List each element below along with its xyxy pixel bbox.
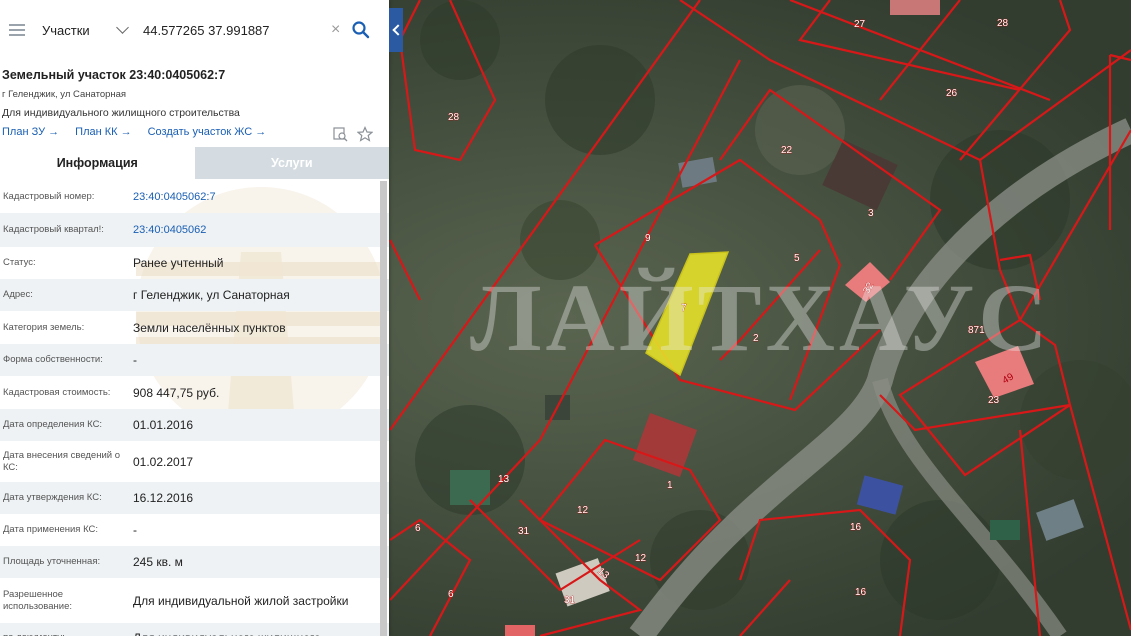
info-row-label: Статус: — [3, 257, 36, 268]
info-row-label: Форма собственности: — [3, 354, 103, 365]
star-icon[interactable] — [356, 126, 374, 142]
info-row-label: Площадь уточненная: — [3, 556, 101, 567]
info-row-value: 908 447,75 руб. — [133, 385, 220, 400]
info-row: Статус: Ранее учтенный — [0, 247, 389, 279]
info-row: Кадастровый номер: 23:40:0405062:7 — [0, 181, 389, 213]
info-row-label: по документу: — [3, 632, 129, 636]
tab-info[interactable]: Информация — [0, 147, 195, 179]
info-row: Разрешенное использование: Для индивидуал… — [0, 578, 389, 623]
info-row-value: Ранее учтенный — [133, 256, 224, 270]
info-row-label: Кадастровая стоимость: — [3, 386, 111, 398]
search-type-select[interactable]: Участки — [42, 23, 104, 38]
plot-label: 26 — [946, 88, 958, 99]
panel-tabs: Информация Услуги — [0, 147, 389, 179]
info-row: Дата утверждения КС: 16.12.2016 — [0, 482, 389, 514]
plot-label: 9 — [645, 233, 651, 244]
plot-label: 22 — [781, 145, 793, 156]
plot-label: 27 — [854, 19, 866, 30]
info-row-label: Разрешенное использование: — [3, 588, 73, 612]
plot-label: 3 — [868, 208, 874, 219]
plot-title: Земельный участок 23:40:0405062:7 — [2, 68, 226, 82]
plot-label: 12 — [635, 553, 647, 564]
plan-kk-link[interactable]: План КК → — [75, 126, 131, 138]
plot-purpose: Для индивидуального жилищного строительс… — [2, 107, 240, 119]
info-row-label: Кадастровый номер: — [3, 191, 95, 202]
clear-icon[interactable]: × — [331, 21, 345, 39]
plot-label: 12 — [577, 505, 589, 516]
plot-label: 28 — [997, 18, 1009, 29]
scrollbar-thumb[interactable] — [380, 181, 387, 636]
info-row-value: 01.01.2016 — [133, 418, 194, 432]
plot-label: 5 — [794, 253, 800, 264]
search-icon[interactable] — [351, 20, 371, 40]
info-row: Дата определения КС: 01.01.2016 — [0, 409, 389, 441]
info-row-label: Дата утверждения КС: — [3, 492, 102, 503]
plot-address: г Геленджик, ул Санаторная — [2, 89, 127, 100]
info-row-label: Категория земель: — [3, 321, 85, 333]
collapse-panel-button[interactable] — [389, 8, 404, 52]
scrollbar[interactable] — [380, 181, 387, 636]
plot-label: 6 — [448, 589, 454, 600]
info-row-value: г Геленджик, ул Санаторная — [133, 288, 290, 302]
info-row-value: - — [133, 523, 137, 537]
info-row-value: 16.12.2016 — [133, 491, 194, 505]
plot-label: 13 — [498, 474, 510, 485]
menu-icon[interactable] — [9, 24, 25, 36]
info-row-label: Дата применения КС: — [3, 524, 99, 535]
info-row-value: - — [133, 353, 137, 367]
info-row: Площадь уточненная: 245 кв. м — [0, 546, 389, 578]
info-row-label: Дата определения КС: — [3, 419, 103, 430]
plot-label: 28 — [448, 112, 460, 123]
plan-zu-link[interactable]: План ЗУ → — [2, 126, 59, 138]
info-row: Дата внесения сведений о КС: 01.02.2017 — [0, 441, 389, 482]
info-row: Кадастровая стоимость: 908 447,75 руб. — [0, 376, 389, 409]
info-row: Адрес: г Геленджик, ул Санаторная — [0, 279, 389, 311]
plot-label: 6 — [415, 523, 421, 534]
info-row-link[interactable]: 23:40:0405062 — [133, 224, 206, 236]
tab-services[interactable]: Услуги — [194, 147, 389, 179]
info-panel: Участки × Земельный участок 23:40:040506… — [0, 0, 389, 636]
plot-label: 31 — [564, 595, 576, 606]
plot-label: 1 — [667, 480, 673, 491]
chevron-down-icon[interactable] — [116, 21, 129, 34]
info-row-label: Адрес: — [3, 289, 33, 300]
report-icon[interactable] — [332, 126, 348, 142]
info-row-value: Для индивидуальной жилой застройки — [133, 593, 349, 608]
create-plot-link[interactable]: Создать участок ЖС → — [148, 126, 267, 138]
info-row: Дата применения КС: - — [0, 514, 389, 546]
plot-links: План ЗУ → План КК → Создать участок ЖС → — [2, 126, 266, 138]
search-bar: Участки × — [0, 8, 380, 52]
info-row: Категория земель: Земли населённых пункто… — [0, 311, 389, 344]
plot-label: 2 — [753, 333, 759, 344]
plot-label: 23 — [988, 395, 1000, 406]
plot-label: 871 — [968, 325, 985, 336]
info-row-value: Земли населённых пунктов — [133, 320, 286, 335]
plot-label: 31 — [518, 526, 530, 537]
plot-label: 7 — [681, 303, 687, 314]
info-row-value: Для индивидуального жилищного — [133, 631, 321, 636]
info-row-value: 245 кв. м — [133, 555, 183, 569]
info-row-value: 01.02.2017 — [133, 454, 194, 469]
info-row: Форма собственности: - — [0, 344, 389, 376]
info-row: Кадастровый квартал!: 23:40:0405062 — [0, 213, 389, 247]
info-row-link[interactable]: 23:40:0405062:7 — [133, 191, 216, 203]
plot-label: 16 — [850, 522, 862, 533]
info-row-label: Дата внесения сведений о КС: — [3, 449, 120, 473]
search-input[interactable] — [141, 21, 325, 39]
plot-label: 16 — [855, 587, 867, 598]
info-row: по документу: Для индивидуального жилищно… — [0, 623, 389, 636]
info-row-label: Кадастровый квартал!: — [3, 224, 104, 235]
